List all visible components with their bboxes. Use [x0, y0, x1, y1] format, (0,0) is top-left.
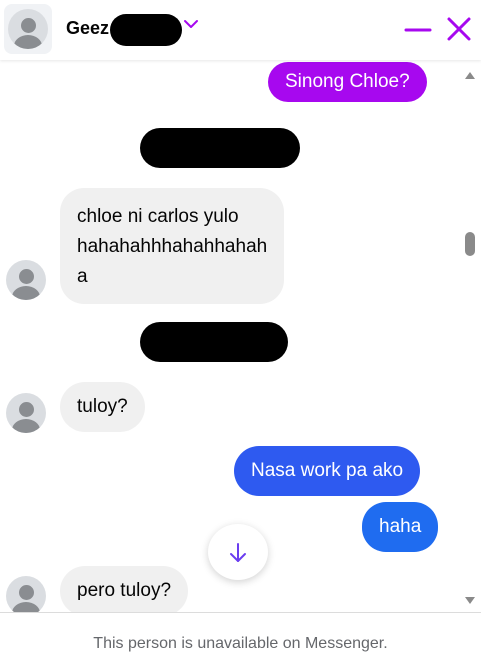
chat-header: Geez [0, 0, 481, 60]
message-list[interactable]: Sinong Chloe? chloe ni carlos yulo hahah… [0, 60, 481, 612]
redaction-mark [140, 322, 288, 362]
unavailable-notice: This person is unavailable on Messenger. [93, 635, 388, 652]
arrow-down-icon [230, 543, 246, 562]
contact-avatar-button[interactable] [4, 4, 52, 54]
message-text-line: hahahahhhahahhahah [77, 236, 268, 257]
message-bubble-incoming[interactable]: pero tuloy? [60, 566, 189, 612]
message-text-line: a [77, 266, 88, 287]
message-bubble-incoming[interactable]: chloe ni carlos yulo hahahahhhahahhahah … [60, 188, 285, 304]
message-bubble-outgoing[interactable]: haha [362, 502, 439, 552]
redaction-mark [140, 128, 300, 168]
message-bubble-incoming[interactable]: tuloy? [60, 382, 145, 432]
contact-name[interactable]: Geez [66, 18, 109, 39]
scrollbar-thumb[interactable] [465, 232, 475, 256]
message-text: Sinong Chloe? [285, 71, 410, 92]
scroll-up-arrow-icon[interactable] [464, 70, 476, 80]
avatar [8, 9, 48, 49]
message-bubble-outgoing[interactable]: Nasa work pa ako [234, 446, 421, 496]
avatar [6, 576, 46, 612]
message-text: Nasa work pa ako [251, 460, 404, 481]
scroll-to-bottom-button[interactable] [208, 524, 268, 580]
message-text: pero tuloy? [77, 580, 172, 601]
message-bubble-outgoing[interactable]: Sinong Chloe? [268, 62, 427, 102]
redaction-mark [110, 14, 182, 46]
scroll-down-arrow-icon[interactable] [464, 596, 476, 606]
minimize-icon[interactable] [404, 15, 432, 43]
avatar [6, 260, 46, 300]
close-icon[interactable] [444, 14, 474, 44]
message-text: haha [379, 516, 422, 537]
chat-footer: This person is unavailable on Messenger. [0, 612, 481, 664]
chevron-down-icon[interactable] [183, 16, 199, 32]
message-text: tuloy? [77, 396, 128, 417]
avatar [6, 393, 46, 433]
message-text-line: chloe ni carlos yulo [77, 206, 239, 227]
